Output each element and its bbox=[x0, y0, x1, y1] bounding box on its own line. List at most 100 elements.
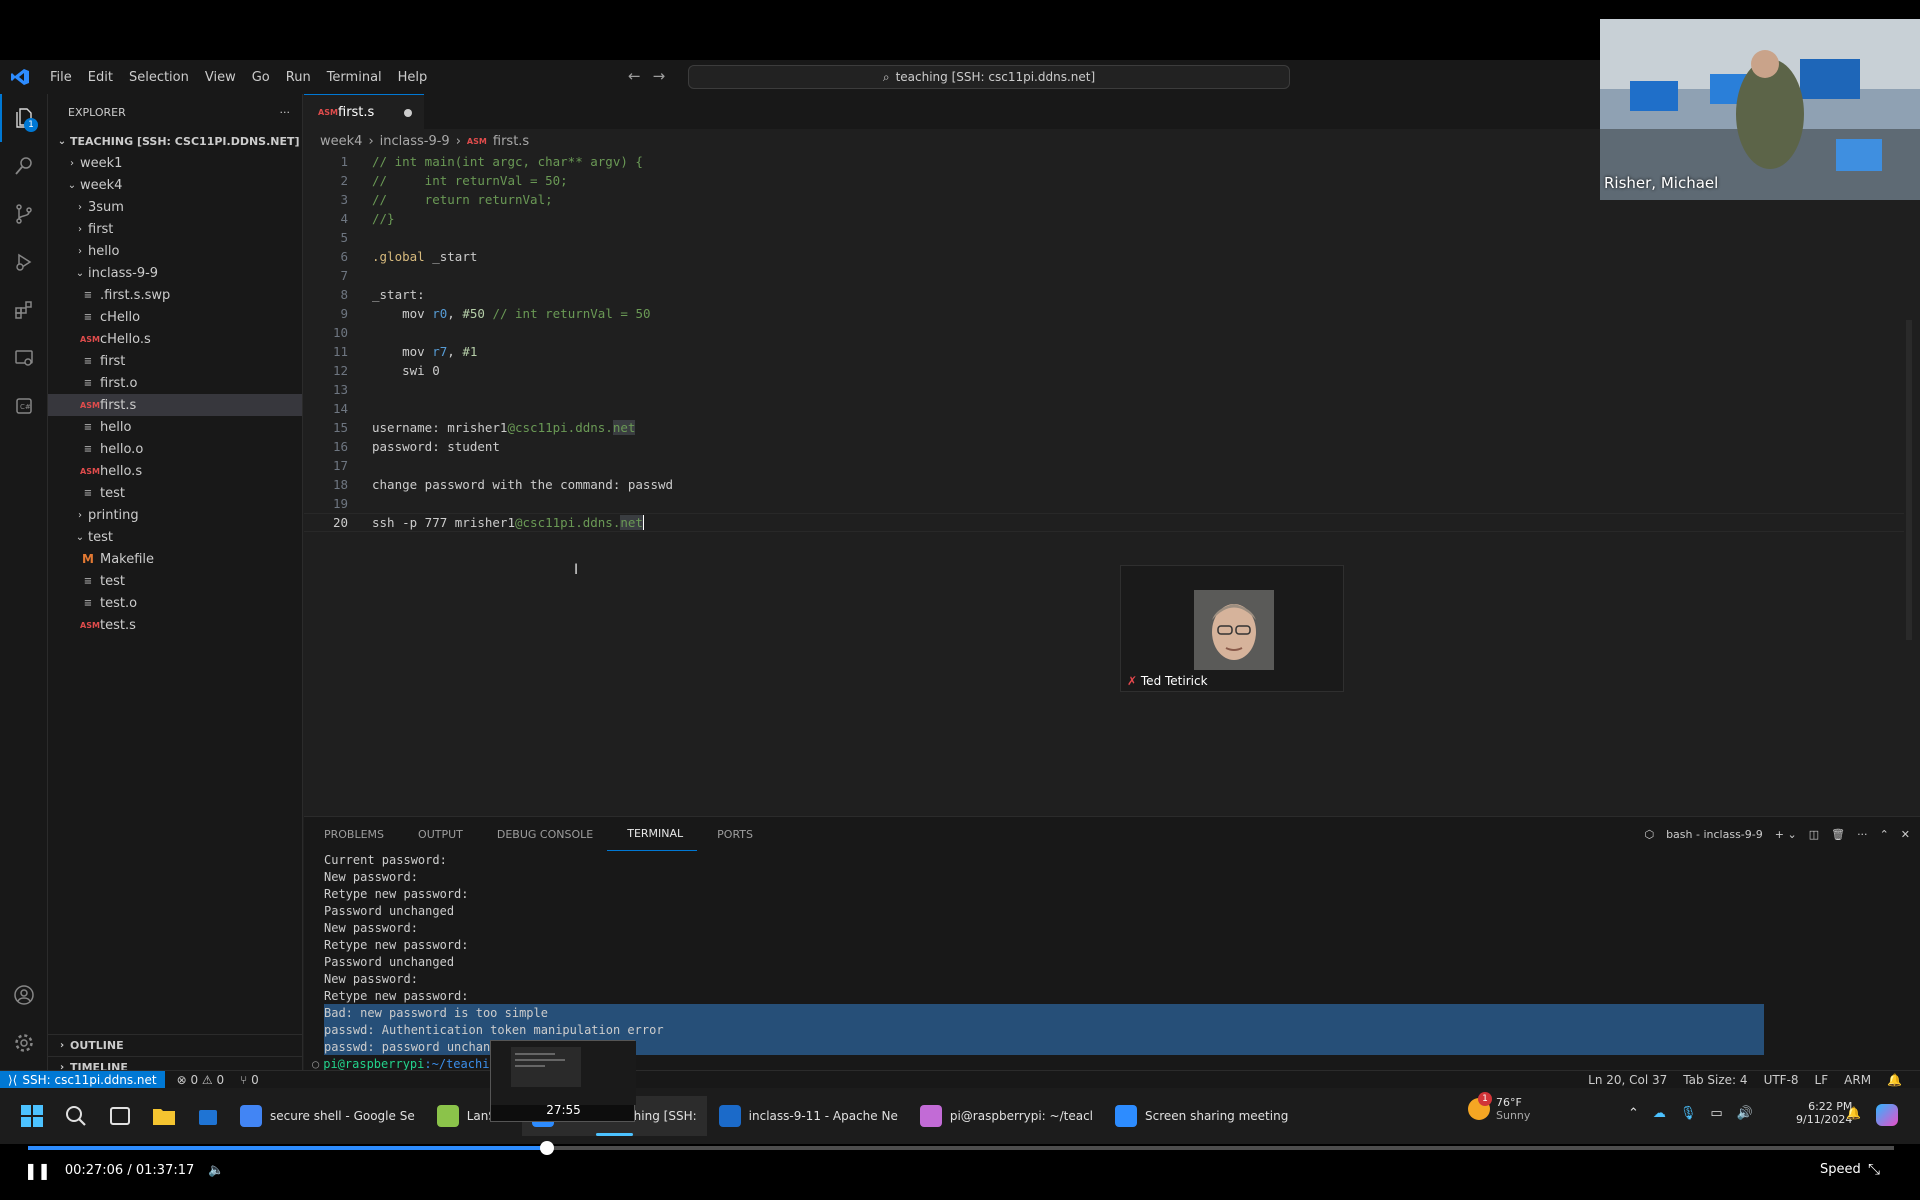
tree-folder[interactable]: › 3sum bbox=[48, 196, 302, 218]
network-icon[interactable]: ▭ bbox=[1710, 1106, 1722, 1121]
accounts-icon[interactable] bbox=[0, 971, 48, 1019]
outline-section[interactable]: › OUTLINE bbox=[48, 1034, 303, 1056]
source-control-icon[interactable] bbox=[0, 190, 48, 238]
panel-tab-problems[interactable]: PROBLEMS bbox=[304, 817, 398, 851]
panel-tab-terminal[interactable]: TERMINAL bbox=[607, 817, 698, 851]
tree-folder[interactable]: › printing bbox=[48, 504, 302, 526]
close-panel-icon[interactable]: ✕ bbox=[1901, 828, 1910, 841]
search-icon[interactable] bbox=[0, 142, 48, 190]
tree-file[interactable]: ≡ test.o bbox=[48, 592, 302, 614]
code-line[interactable]: 13 bbox=[304, 380, 1904, 399]
menu-help[interactable]: Help bbox=[390, 70, 436, 85]
breadcrumb-item[interactable]: first.s bbox=[493, 134, 529, 149]
tree-file[interactable]: ASM test.s bbox=[48, 614, 302, 636]
task-view-icon[interactable] bbox=[106, 1102, 134, 1130]
menu-file[interactable]: File bbox=[42, 70, 80, 85]
tree-file[interactable]: ≡ .first.s.swp bbox=[48, 284, 302, 306]
eol[interactable]: LF bbox=[1815, 1073, 1829, 1087]
language-mode[interactable]: ARM bbox=[1844, 1073, 1871, 1087]
tree-folder[interactable]: › hello bbox=[48, 240, 302, 262]
tree-folder[interactable]: ⌄ inclass-9-9 bbox=[48, 262, 302, 284]
tree-folder[interactable]: ⌄ test bbox=[48, 526, 302, 548]
workspace-root[interactable]: ⌄ TEACHING [SSH: CSC11PI.DDNS.NET] bbox=[48, 130, 302, 152]
new-terminal-icon[interactable]: + ⌄ bbox=[1775, 828, 1797, 841]
file-explorer-icon[interactable] bbox=[150, 1102, 178, 1130]
code-line[interactable]: 7 bbox=[304, 266, 1904, 285]
code-line[interactable]: 15 username: mrisher1@csc11pi.ddns.net bbox=[304, 418, 1904, 437]
volume-icon[interactable]: 🔊 bbox=[1737, 1106, 1753, 1121]
remote-indicator[interactable]: ⟩⟨ SSH: csc11pi.ddns.net bbox=[0, 1070, 165, 1089]
breadcrumb-item[interactable]: inclass-9-9 bbox=[380, 134, 450, 149]
video-progress-knob[interactable] bbox=[540, 1141, 555, 1155]
tree-file[interactable]: ASM hello.s bbox=[48, 460, 302, 482]
fullscreen-icon[interactable]: ⤡ bbox=[1868, 1160, 1880, 1178]
taskbar-app[interactable]: pi@raspberrypi: ~/teacl bbox=[910, 1096, 1103, 1136]
editor-scrollbar[interactable] bbox=[1906, 320, 1912, 640]
tree-file[interactable]: ≡ first bbox=[48, 350, 302, 372]
code-line[interactable]: 14 bbox=[304, 399, 1904, 418]
code-line[interactable]: 20 ssh -p 777 mrisher1@csc11pi.ddns.net bbox=[304, 513, 1904, 532]
chevron-up-icon[interactable]: ⌃ bbox=[1628, 1106, 1639, 1121]
speed-button[interactable]: Speed bbox=[1820, 1162, 1861, 1177]
weather-widget[interactable]: 1 76°F Sunny bbox=[1468, 1092, 1530, 1122]
maximize-panel-icon[interactable]: ⌃ bbox=[1880, 828, 1889, 841]
search-icon[interactable] bbox=[62, 1102, 90, 1130]
ports-count[interactable]: ⑂ 0 bbox=[240, 1073, 259, 1087]
settings-gear-icon[interactable] bbox=[0, 1019, 48, 1067]
store-icon[interactable] bbox=[194, 1102, 222, 1130]
code-line[interactable]: 18 change password with the command: pass… bbox=[304, 475, 1904, 494]
notifications-bell-icon[interactable]: 🔔 bbox=[1887, 1073, 1902, 1087]
code-editor[interactable]: 1 // int main(int argc, char** argv) {2 //… bbox=[304, 152, 1904, 532]
unsaved-dot-icon[interactable] bbox=[404, 109, 412, 117]
code-line[interactable]: 9 mov r0, #50 // int returnVal = 50 bbox=[304, 304, 1904, 323]
tab-size[interactable]: Tab Size: 4 bbox=[1683, 1073, 1747, 1087]
taskbar-app[interactable]: inclass-9-11 - Apache Ne bbox=[709, 1096, 908, 1136]
volume-icon[interactable]: 🔈 bbox=[208, 1163, 224, 1178]
code-line[interactable]: 6 .global _start bbox=[304, 247, 1904, 266]
kill-terminal-icon[interactable]: 🗑 bbox=[1831, 828, 1845, 841]
command-center[interactable]: ⌕ teaching [SSH: csc11pi.ddns.net] bbox=[688, 65, 1290, 89]
tree-file[interactable]: ASM first.s bbox=[48, 394, 302, 416]
back-arrow-icon[interactable]: ← bbox=[628, 67, 641, 85]
run-debug-icon[interactable] bbox=[0, 238, 48, 286]
cursor-position[interactable]: Ln 20, Col 37 bbox=[1588, 1073, 1667, 1087]
clock[interactable]: 6:22 PM 9/11/2024 bbox=[1796, 1100, 1852, 1126]
taskbar-app[interactable]: Screen sharing meeting bbox=[1105, 1096, 1298, 1136]
onedrive-cloud-icon[interactable]: ☁ bbox=[1653, 1106, 1666, 1121]
more-actions-icon[interactable]: ··· bbox=[280, 106, 291, 119]
menu-view[interactable]: View bbox=[197, 70, 244, 85]
remote-explorer-icon[interactable] bbox=[0, 334, 48, 382]
code-line[interactable]: 17 bbox=[304, 456, 1904, 475]
code-line[interactable]: 4 //} bbox=[304, 209, 1904, 228]
panel-tab-ports[interactable]: PORTS bbox=[697, 817, 767, 851]
terminal-shell-label[interactable]: bash - inclass-9-9 bbox=[1666, 828, 1763, 841]
code-line[interactable]: 16 password: student bbox=[304, 437, 1904, 456]
tree-file[interactable]: ASM cHello.s bbox=[48, 328, 302, 350]
tree-folder[interactable]: › first bbox=[48, 218, 302, 240]
code-line[interactable]: 19 bbox=[304, 494, 1904, 513]
problems-count[interactable]: ⊗ 0 ⚠ 0 bbox=[177, 1073, 225, 1087]
menu-edit[interactable]: Edit bbox=[80, 70, 121, 85]
tree-folder[interactable]: › week1 bbox=[48, 152, 302, 174]
explorer-icon[interactable]: 1 bbox=[0, 94, 48, 142]
code-line[interactable]: 8 _start: bbox=[304, 285, 1904, 304]
code-line[interactable]: 5 bbox=[304, 228, 1904, 247]
panel-tab-output[interactable]: OUTPUT bbox=[398, 817, 477, 851]
forward-arrow-icon[interactable]: → bbox=[653, 67, 666, 85]
menu-run[interactable]: Run bbox=[278, 70, 319, 85]
menu-terminal[interactable]: Terminal bbox=[319, 70, 390, 85]
tree-file[interactable]: ≡ hello bbox=[48, 416, 302, 438]
encoding[interactable]: UTF-8 bbox=[1764, 1073, 1799, 1087]
code-line[interactable]: 12 swi 0 bbox=[304, 361, 1904, 380]
copilot-icon[interactable] bbox=[1876, 1104, 1898, 1126]
menu-go[interactable]: Go bbox=[244, 70, 278, 85]
tree-file[interactable]: ≡ hello.o bbox=[48, 438, 302, 460]
tree-file[interactable]: ≡ first.o bbox=[48, 372, 302, 394]
tree-file[interactable]: ≡ test bbox=[48, 482, 302, 504]
split-terminal-icon[interactable]: ◫ bbox=[1809, 828, 1819, 841]
code-line[interactable]: 10 bbox=[304, 323, 1904, 342]
github-actions-icon[interactable]: C# bbox=[0, 382, 48, 430]
terminal-output[interactable]: Current password: New password: Retype new… bbox=[312, 851, 1824, 1072]
breadcrumb-item[interactable]: week4 bbox=[320, 134, 362, 149]
pause-icon[interactable]: ❚❚ bbox=[24, 1161, 51, 1180]
